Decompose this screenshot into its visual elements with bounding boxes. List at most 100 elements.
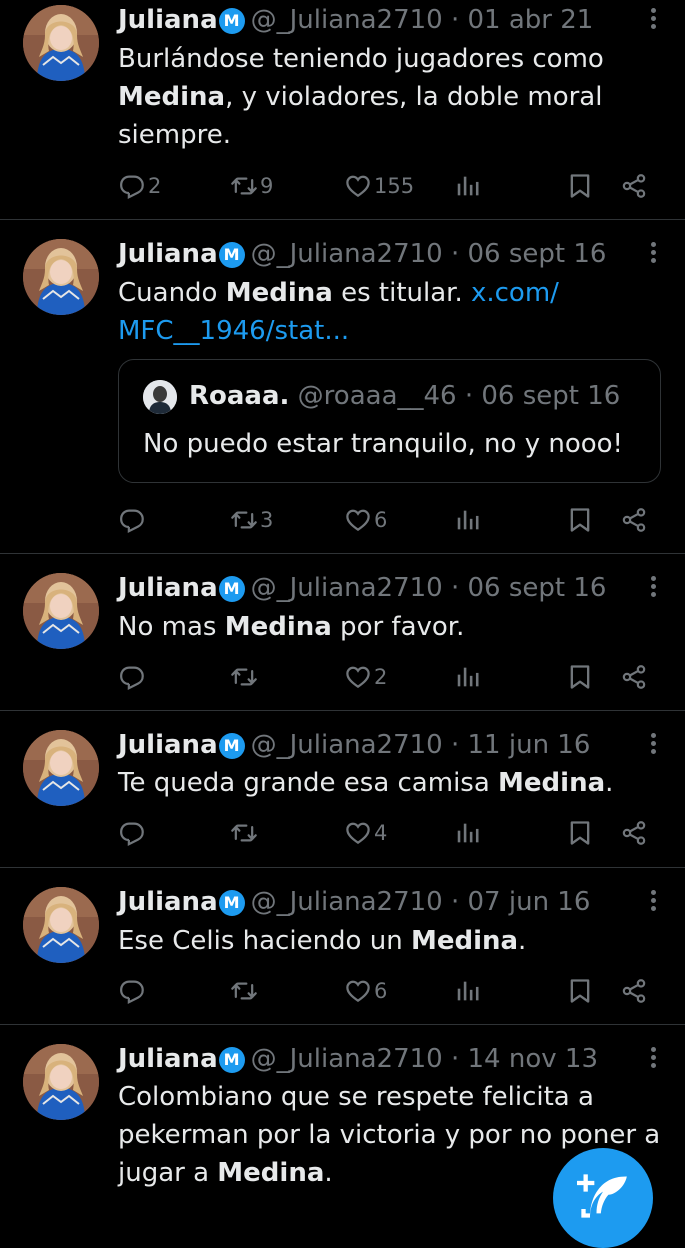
display-name[interactable]: Juliana [118, 887, 218, 917]
avatar[interactable] [23, 239, 99, 315]
views-icon [457, 667, 479, 687]
handle[interactable]: @_Juliana2710 [251, 1044, 443, 1074]
text-segment: Cuando [118, 278, 226, 308]
verified-badge-icon: M [218, 8, 245, 34]
views-button[interactable] [454, 818, 482, 848]
likes-count: 6 [374, 979, 388, 1003]
tweet-text: Cuando Medina es titular. x.com/ MFC__19… [118, 274, 663, 350]
tweet[interactable]: Juliana M @_Juliana2710 · 06 sept 16 No mas… [0, 553, 685, 711]
share-icon [622, 821, 646, 845]
text-segment: No mas [118, 612, 225, 642]
share-icon [622, 508, 646, 532]
tweet-text: Ese Celis haciendo un Medina. [118, 922, 663, 960]
handle[interactable]: @_Juliana2710 [251, 730, 443, 760]
timestamp[interactable]: · 07 jun 16 [451, 887, 590, 917]
like-button[interactable]: 2 [344, 662, 387, 692]
avatar[interactable] [23, 1044, 99, 1120]
display-name[interactable]: Juliana [118, 573, 218, 603]
bookmark-button[interactable] [566, 976, 594, 1006]
quoted-tweet[interactable]: Roaaa. @roaaa__46 · 06 sept 16 No puedo e… [118, 359, 661, 483]
retweet-button[interactable]: 3 [230, 505, 273, 535]
text-segment: Burlándose teniendo jugadores como [118, 44, 604, 74]
highlighted-term: Medina [225, 278, 333, 308]
bookmark-button[interactable] [566, 662, 594, 692]
retweet-button[interactable] [230, 976, 260, 1006]
heart-icon [346, 980, 370, 1003]
like-button[interactable]: 4 [344, 818, 387, 848]
more-icon[interactable] [649, 1044, 657, 1074]
timestamp[interactable]: · 01 abr 21 [451, 5, 593, 35]
quoted-header: Roaaa. @roaaa__46 · 06 sept 16 [189, 378, 620, 414]
text-segment: es titular. [332, 278, 471, 308]
views-icon [457, 176, 479, 196]
share-button[interactable] [620, 976, 648, 1006]
text-segment: Ese Celis haciendo un [118, 926, 411, 956]
display-name[interactable]: Juliana [118, 730, 218, 760]
tweet[interactable]: Juliana M @_Juliana2710 · 06 sept 16 Cuando… [0, 219, 685, 554]
tweet-header: Juliana M @_Juliana2710 · 14 nov 13 [118, 1041, 635, 1077]
views-button[interactable] [454, 505, 482, 535]
views-icon [457, 510, 479, 530]
share-button[interactable] [620, 662, 648, 692]
retweet-icon [231, 824, 257, 842]
more-icon[interactable] [649, 730, 657, 760]
share-button[interactable] [620, 505, 648, 535]
retweet-icon [231, 668, 257, 686]
like-button[interactable]: 6 [344, 976, 387, 1006]
reply-button[interactable] [118, 818, 148, 848]
views-button[interactable] [454, 662, 482, 692]
avatar[interactable] [23, 5, 99, 81]
tweet[interactable]: Juliana M @_Juliana2710 · 07 jun 16 Ese Cel… [0, 867, 685, 1025]
more-icon[interactable] [649, 573, 657, 603]
reply-icon [120, 666, 144, 690]
tweet-actions: 2 9 155 [118, 171, 658, 201]
bookmark-button[interactable] [566, 818, 594, 848]
avatar[interactable] [23, 730, 99, 806]
handle[interactable]: @_Juliana2710 [251, 5, 443, 35]
display-name[interactable]: Juliana [118, 239, 218, 269]
timestamp[interactable]: · 06 sept 16 [451, 239, 606, 269]
avatar[interactable] [23, 573, 99, 649]
likes-count: 4 [374, 821, 388, 845]
views-button[interactable] [454, 976, 482, 1006]
retweet-button[interactable] [230, 818, 260, 848]
heart-icon [346, 822, 370, 845]
retweet-button[interactable] [230, 662, 260, 692]
quoted-display-name: Roaaa. [189, 381, 290, 411]
tweet[interactable]: Juliana M @_Juliana2710 · 11 jun 16 Te qued… [0, 710, 685, 868]
timestamp[interactable]: · 14 nov 13 [451, 1044, 598, 1074]
text-segment: . [605, 768, 614, 798]
tweet[interactable]: Juliana M @_Juliana2710 · 01 abr 21 Burlánd… [0, 0, 685, 220]
bookmark-button[interactable] [566, 505, 594, 535]
highlighted-term: Medina [498, 768, 606, 798]
share-button[interactable] [620, 818, 648, 848]
reply-button[interactable] [118, 662, 148, 692]
compose-button[interactable] [553, 1148, 653, 1248]
handle[interactable]: @_Juliana2710 [251, 573, 443, 603]
views-button[interactable] [454, 171, 482, 201]
more-icon[interactable] [649, 5, 657, 35]
display-name[interactable]: Juliana [118, 5, 218, 35]
reply-button[interactable] [118, 505, 148, 535]
like-button[interactable]: 6 [344, 505, 387, 535]
handle[interactable]: @_Juliana2710 [251, 239, 443, 269]
more-icon[interactable] [649, 887, 657, 917]
views-icon [457, 823, 479, 843]
reply-button[interactable] [118, 976, 148, 1006]
display-name[interactable]: Juliana [118, 1044, 218, 1074]
verified-badge-icon: M [218, 1047, 245, 1073]
highlighted-term: Medina [217, 1158, 325, 1188]
more-icon[interactable] [649, 239, 657, 269]
timestamp[interactable]: · 06 sept 16 [451, 573, 606, 603]
text-segment: . [518, 926, 527, 956]
avatar[interactable] [23, 887, 99, 963]
share-button[interactable] [620, 171, 648, 201]
highlighted-term: Medina [118, 82, 226, 112]
timestamp[interactable]: · 11 jun 16 [451, 730, 590, 760]
reply-button[interactable]: 2 [118, 171, 161, 201]
quoted-text: No puedo estar tranquilo, no y nooo! [143, 429, 623, 459]
retweet-button[interactable]: 9 [230, 171, 273, 201]
bookmark-button[interactable] [566, 171, 594, 201]
like-button[interactable]: 155 [344, 171, 414, 201]
handle[interactable]: @_Juliana2710 [251, 887, 443, 917]
